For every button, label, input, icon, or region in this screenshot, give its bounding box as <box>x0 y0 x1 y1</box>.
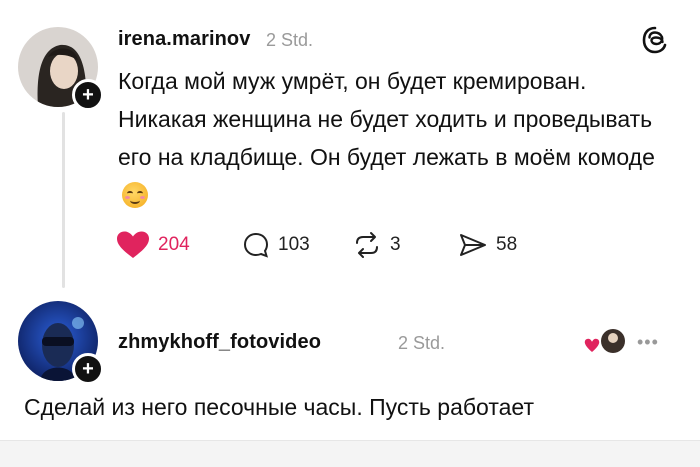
thread-card: + irena.marinov 2 Std. Когда мой муж умр… <box>0 0 700 440</box>
reply-avatar[interactable]: + <box>18 301 104 385</box>
comment-button[interactable]: 103 <box>242 230 310 260</box>
repost-button[interactable]: 3 <box>352 230 401 260</box>
repost-count: 3 <box>390 234 401 255</box>
share-count: 58 <box>496 234 518 255</box>
bottom-divider <box>0 440 700 467</box>
reply-username[interactable]: zhmykhoff_fotovideo <box>118 331 321 354</box>
send-icon <box>458 231 488 259</box>
post-username[interactable]: irena.marinov <box>118 28 250 51</box>
share-button[interactable]: 58 <box>458 230 517 260</box>
like-count: 204 <box>158 234 190 255</box>
thread-line <box>62 112 65 288</box>
reply-text: Сделай из него песочные часы. Пусть рабо… <box>24 394 534 420</box>
more-options-icon[interactable]: ••• <box>637 332 659 353</box>
heart-filled-icon <box>116 230 150 260</box>
threads-logo-icon[interactable] <box>640 25 670 55</box>
follow-plus-icon[interactable]: + <box>72 79 104 111</box>
like-button[interactable]: 204 <box>116 230 190 260</box>
repost-icon <box>352 231 382 259</box>
post-text-body: Когда мой муж умрёт, он будет кремирован… <box>118 68 655 170</box>
comment-bubble-icon <box>242 231 270 259</box>
post-avatar[interactable]: + <box>18 27 104 111</box>
reply-time: 2 Std. <box>398 333 446 353</box>
comment-count: 103 <box>278 234 310 255</box>
post-text: Когда мой муж умрёт, он будет кремирован… <box>118 62 658 214</box>
smiling-face-emoji-icon <box>122 182 148 208</box>
author-liked-indicator <box>583 327 629 357</box>
post-time: 2 Std. <box>266 30 314 50</box>
follow-plus-icon[interactable]: + <box>72 353 104 385</box>
